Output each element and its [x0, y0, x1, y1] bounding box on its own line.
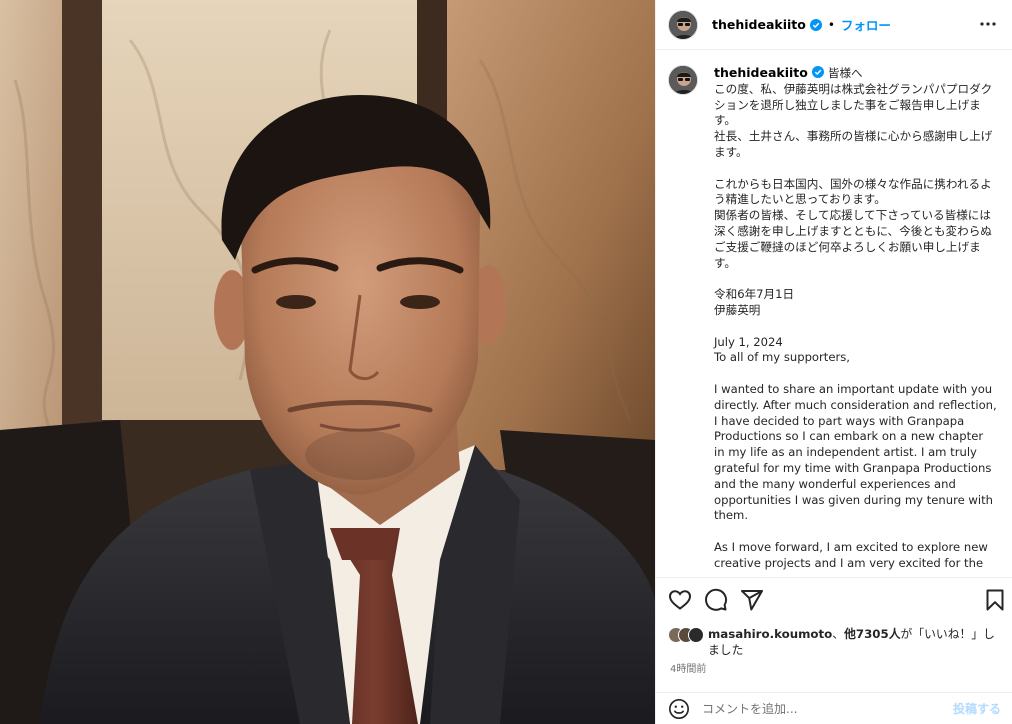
- caption-text: この度、私、伊藤英明は株式会社グランパパプロダクションを退所し独立しました事をご…: [714, 81, 997, 570]
- likes-count[interactable]: 他7305人: [844, 627, 900, 641]
- caption-avatar[interactable]: [668, 65, 698, 95]
- liker-username[interactable]: masahiro.koumoto: [708, 627, 832, 641]
- heart-icon[interactable]: [668, 588, 692, 612]
- portrait-image: [0, 0, 655, 724]
- caption-body: thehideakiito 皆様へ この度、私、伊藤英明は株式会社グランパパプロダ…: [714, 65, 997, 572]
- caption-username[interactable]: thehideakiito: [714, 65, 808, 80]
- post-comment-button[interactable]: 投稿する: [953, 700, 1001, 717]
- post-sidebar: thehideakiito • フォロー thehideakiito 皆様へ この…: [655, 0, 1012, 724]
- bookmark-icon[interactable]: [983, 588, 1007, 612]
- caption-greeting: 皆様へ: [827, 66, 863, 80]
- emoji-icon[interactable]: [668, 698, 690, 720]
- separator-dot: •: [827, 17, 835, 32]
- post-actions: masahiro.koumoto、他7305人が「いいね！」しました 4時間前: [656, 577, 1012, 692]
- verified-badge-icon: [809, 18, 822, 31]
- comment-icon[interactable]: [704, 588, 728, 612]
- likes-summary: masahiro.koumoto、他7305人が「いいね！」しました: [668, 626, 1003, 658]
- caption-section: thehideakiito 皆様へ この度、私、伊藤英明は株式会社グランパパプロダ…: [656, 51, 1012, 576]
- more-options-icon[interactable]: [975, 11, 1001, 37]
- likes-text: masahiro.koumoto、他7305人が「いいね！」しました: [702, 626, 1003, 658]
- post-timestamp[interactable]: 4時間前: [670, 660, 706, 675]
- username[interactable]: thehideakiito: [712, 17, 806, 32]
- comment-input[interactable]: [702, 701, 945, 716]
- likes-sep: 、: [832, 627, 845, 641]
- post-header: thehideakiito • フォロー: [656, 0, 1012, 50]
- liker-avatars[interactable]: [668, 627, 704, 658]
- verified-badge-icon: [811, 66, 824, 78]
- post-photo[interactable]: [0, 0, 655, 724]
- avatar[interactable]: [668, 9, 698, 40]
- share-icon[interactable]: [740, 588, 764, 612]
- follow-button[interactable]: フォロー: [841, 15, 891, 34]
- comment-box: 投稿する: [656, 692, 1012, 724]
